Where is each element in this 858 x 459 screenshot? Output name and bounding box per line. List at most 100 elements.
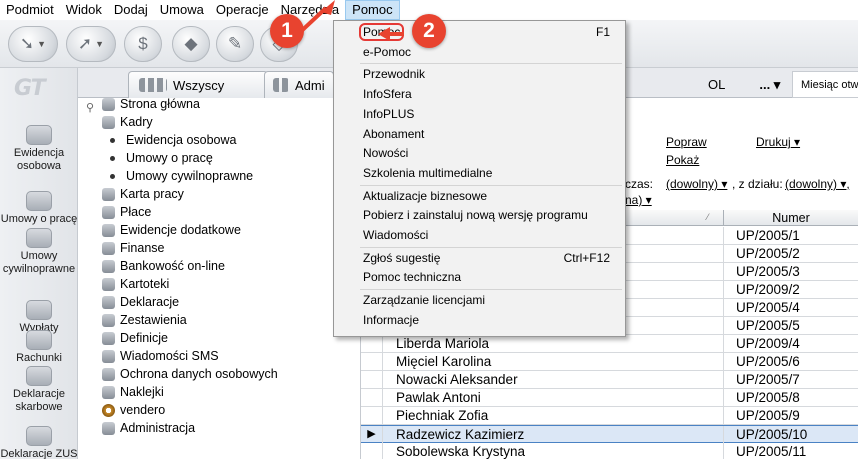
table-row[interactable]: Pawlak Antoni UP/2005/8 — [361, 389, 858, 407]
people-group-icon — [139, 78, 167, 92]
sidebar-item-1[interactable]: Umowy o pracę — [0, 191, 78, 226]
table-row[interactable]: Mięciel Karolina UP/2005/6 — [361, 353, 858, 371]
menu-operacje[interactable]: Operacje — [210, 0, 275, 20]
table-row[interactable]: Nowacki Aleksander UP/2005/7 — [361, 371, 858, 389]
tree-node[interactable]: Kartoteki — [102, 275, 169, 293]
open-month-indicator: Miesiąc otwarty: Grudzień 2 — [792, 71, 858, 98]
row-selector[interactable]: ▶ — [361, 426, 383, 443]
column-header-numer[interactable]: Numer — [723, 210, 858, 226]
menu-umowa[interactable]: Umowa — [154, 0, 210, 20]
sidebar-item-6[interactable]: Deklaracje ZUS — [0, 426, 78, 459]
menu-item-4[interactable]: InfoSfera — [335, 85, 624, 104]
tree-node[interactable]: Wiadomości SMS — [102, 347, 219, 365]
tab-label: Admi — [295, 77, 325, 93]
menu-item-label: Abonament — [363, 126, 425, 141]
money-contract-icon — [26, 228, 52, 248]
row-selector[interactable] — [361, 443, 383, 459]
tree-node[interactable]: Deklaracje — [102, 293, 179, 311]
row-selector[interactable] — [361, 371, 383, 388]
menu-item-5[interactable]: InfoPLUS — [335, 105, 624, 124]
menu-item-0[interactable]: Pomoc F1 — [335, 23, 624, 42]
sidebar-item-4[interactable]: Rachunki — [0, 330, 78, 365]
tree-node[interactable]: Strona główna — [102, 95, 200, 113]
menu-item-17[interactable]: Zarządzanie licencjami — [335, 291, 624, 310]
contract-number: UP/2005/7 — [723, 371, 858, 388]
menu-pomoc[interactable]: Pomoc — [345, 0, 400, 20]
menu-item-18[interactable]: Informacje — [335, 311, 624, 330]
tabs-more-button[interactable]: ... ▾ — [759, 77, 780, 93]
menu-item-1[interactable]: e-Pomoc — [335, 43, 624, 62]
sidebar-item-2[interactable]: Umowy cywilnoprawne — [0, 228, 78, 276]
sidebar-item-label: Deklaracje ZUS — [0, 448, 78, 459]
tree-node[interactable]: Umowy cywilnoprawne — [106, 167, 253, 185]
menu-item-label: InfoPLUS — [363, 106, 415, 121]
pin-icon[interactable]: ⚲ — [86, 101, 94, 114]
tree-node[interactable]: Karta pracy — [102, 185, 184, 203]
back-button[interactable]: ➘ ▼ — [8, 26, 58, 62]
menu-item-6[interactable]: Abonament — [335, 125, 624, 144]
table-row[interactable]: Liberda Mariola UP/2009/4 — [361, 335, 858, 353]
row-selector[interactable] — [361, 335, 383, 352]
tree-node[interactable]: Umowy o pracę — [106, 149, 213, 167]
table-row[interactable]: Piechniak Zofia UP/2005/9 — [361, 407, 858, 425]
row-selector[interactable] — [361, 353, 383, 370]
forward-button[interactable]: ➚ ▼ — [66, 26, 116, 62]
sidebar-item-5[interactable]: Deklaracje skarbowe — [0, 366, 78, 414]
menu-podmiot[interactable]: Podmiot — [0, 0, 60, 20]
menu-item-7[interactable]: Nowości — [335, 144, 624, 163]
contract-number: UP/2005/6 — [723, 353, 858, 370]
module-icon — [102, 97, 115, 111]
tree-node[interactable]: Administracja — [102, 419, 195, 437]
tree-node[interactable]: Ochrona danych osobowych — [102, 365, 278, 383]
logo: GT — [14, 76, 46, 101]
tree-node[interactable]: Definicje — [102, 329, 168, 347]
menu-item-15[interactable]: Pomoc techniczna — [335, 268, 624, 287]
sort-icon[interactable]: ⁄ — [707, 212, 709, 222]
people-icon — [26, 125, 52, 145]
tree-node[interactable]: Naklejki — [102, 383, 164, 401]
tab-more[interactable]: OL ... ▾ — [708, 71, 780, 98]
tree-node[interactable]: vendero — [102, 401, 165, 419]
row-selector[interactable] — [361, 389, 383, 406]
row-selector[interactable] — [361, 407, 383, 424]
tree-node-label: Administracja — [120, 421, 196, 435]
menu-dodaj[interactable]: Dodaj — [108, 0, 154, 20]
shortcut-label: Ctrl+F12 — [563, 250, 610, 265]
menu-item-label: InfoSfera — [363, 87, 412, 102]
tree-node[interactable]: Ewidencja osobowa — [106, 131, 237, 149]
menu-item-12[interactable]: Wiadomości — [335, 226, 624, 245]
step-badge-1: 1 — [270, 14, 304, 48]
tree-node-label: Ewidencja osobowa — [126, 133, 237, 147]
edit-button[interactable]: ✎ — [216, 26, 254, 62]
tree-node[interactable]: Finanse — [102, 239, 164, 257]
menu-widok[interactable]: Widok — [60, 0, 108, 20]
tree-node-label: Ewidencje dodatkowe — [120, 223, 241, 237]
module-sidebar: GT Ewidencja osobowa Umowy o pracę Umowy c… — [0, 68, 78, 459]
menu-item-10[interactable]: Aktualizacje biznesowe — [335, 187, 624, 206]
menu-item-label: Nowości — [363, 146, 409, 161]
tree-node[interactable]: Zestawienia — [102, 311, 187, 329]
tab-wszyscy[interactable]: Wszyscy — [128, 71, 268, 98]
filter-department-label: , z działu: — [732, 177, 783, 191]
filter-department-dropdown[interactable]: (dowolny) ▾, — [785, 177, 850, 191]
sidebar-item-0[interactable]: Ewidencja osobowa — [0, 125, 78, 173]
table-row[interactable]: Sobolewska Krystyna UP/2005/11 — [361, 443, 858, 459]
menu-item-11[interactable]: Pobierz i zainstaluj nową wersję program… — [335, 206, 624, 225]
tree-node[interactable]: Ewidencje dodatkowe — [102, 221, 241, 239]
tree-node[interactable]: Kadry — [102, 113, 153, 131]
pokaz-link[interactable]: Pokaż — [666, 153, 699, 167]
add-button[interactable]: $ — [124, 26, 162, 62]
tab-admin[interactable]: Admi — [264, 71, 334, 98]
drukuj-link[interactable]: Drukuj ▾ — [756, 135, 800, 149]
tree-node[interactable]: Płace — [102, 203, 151, 221]
tree-node[interactable]: Bankowość on-line — [102, 257, 225, 275]
popraw-link[interactable]: Popraw — [666, 135, 707, 149]
menu-item-8[interactable]: Szkolenia multimedialne — [335, 164, 624, 183]
menu-item-14[interactable]: Zgłoś sugestię Ctrl+F12 — [335, 249, 624, 268]
menu-item-3[interactable]: Przewodnik — [335, 65, 624, 84]
table-row[interactable]: ▶ Radzewicz Kazimierz UP/2005/10 — [361, 425, 858, 443]
filter-time-dropdown[interactable]: (dowolny) ▾ — [666, 177, 727, 191]
tree-node-label: Kadry — [120, 115, 153, 129]
filter-extra-dropdown[interactable]: na) ▾ — [625, 193, 652, 207]
erase-button[interactable]: ◆ — [172, 26, 210, 62]
